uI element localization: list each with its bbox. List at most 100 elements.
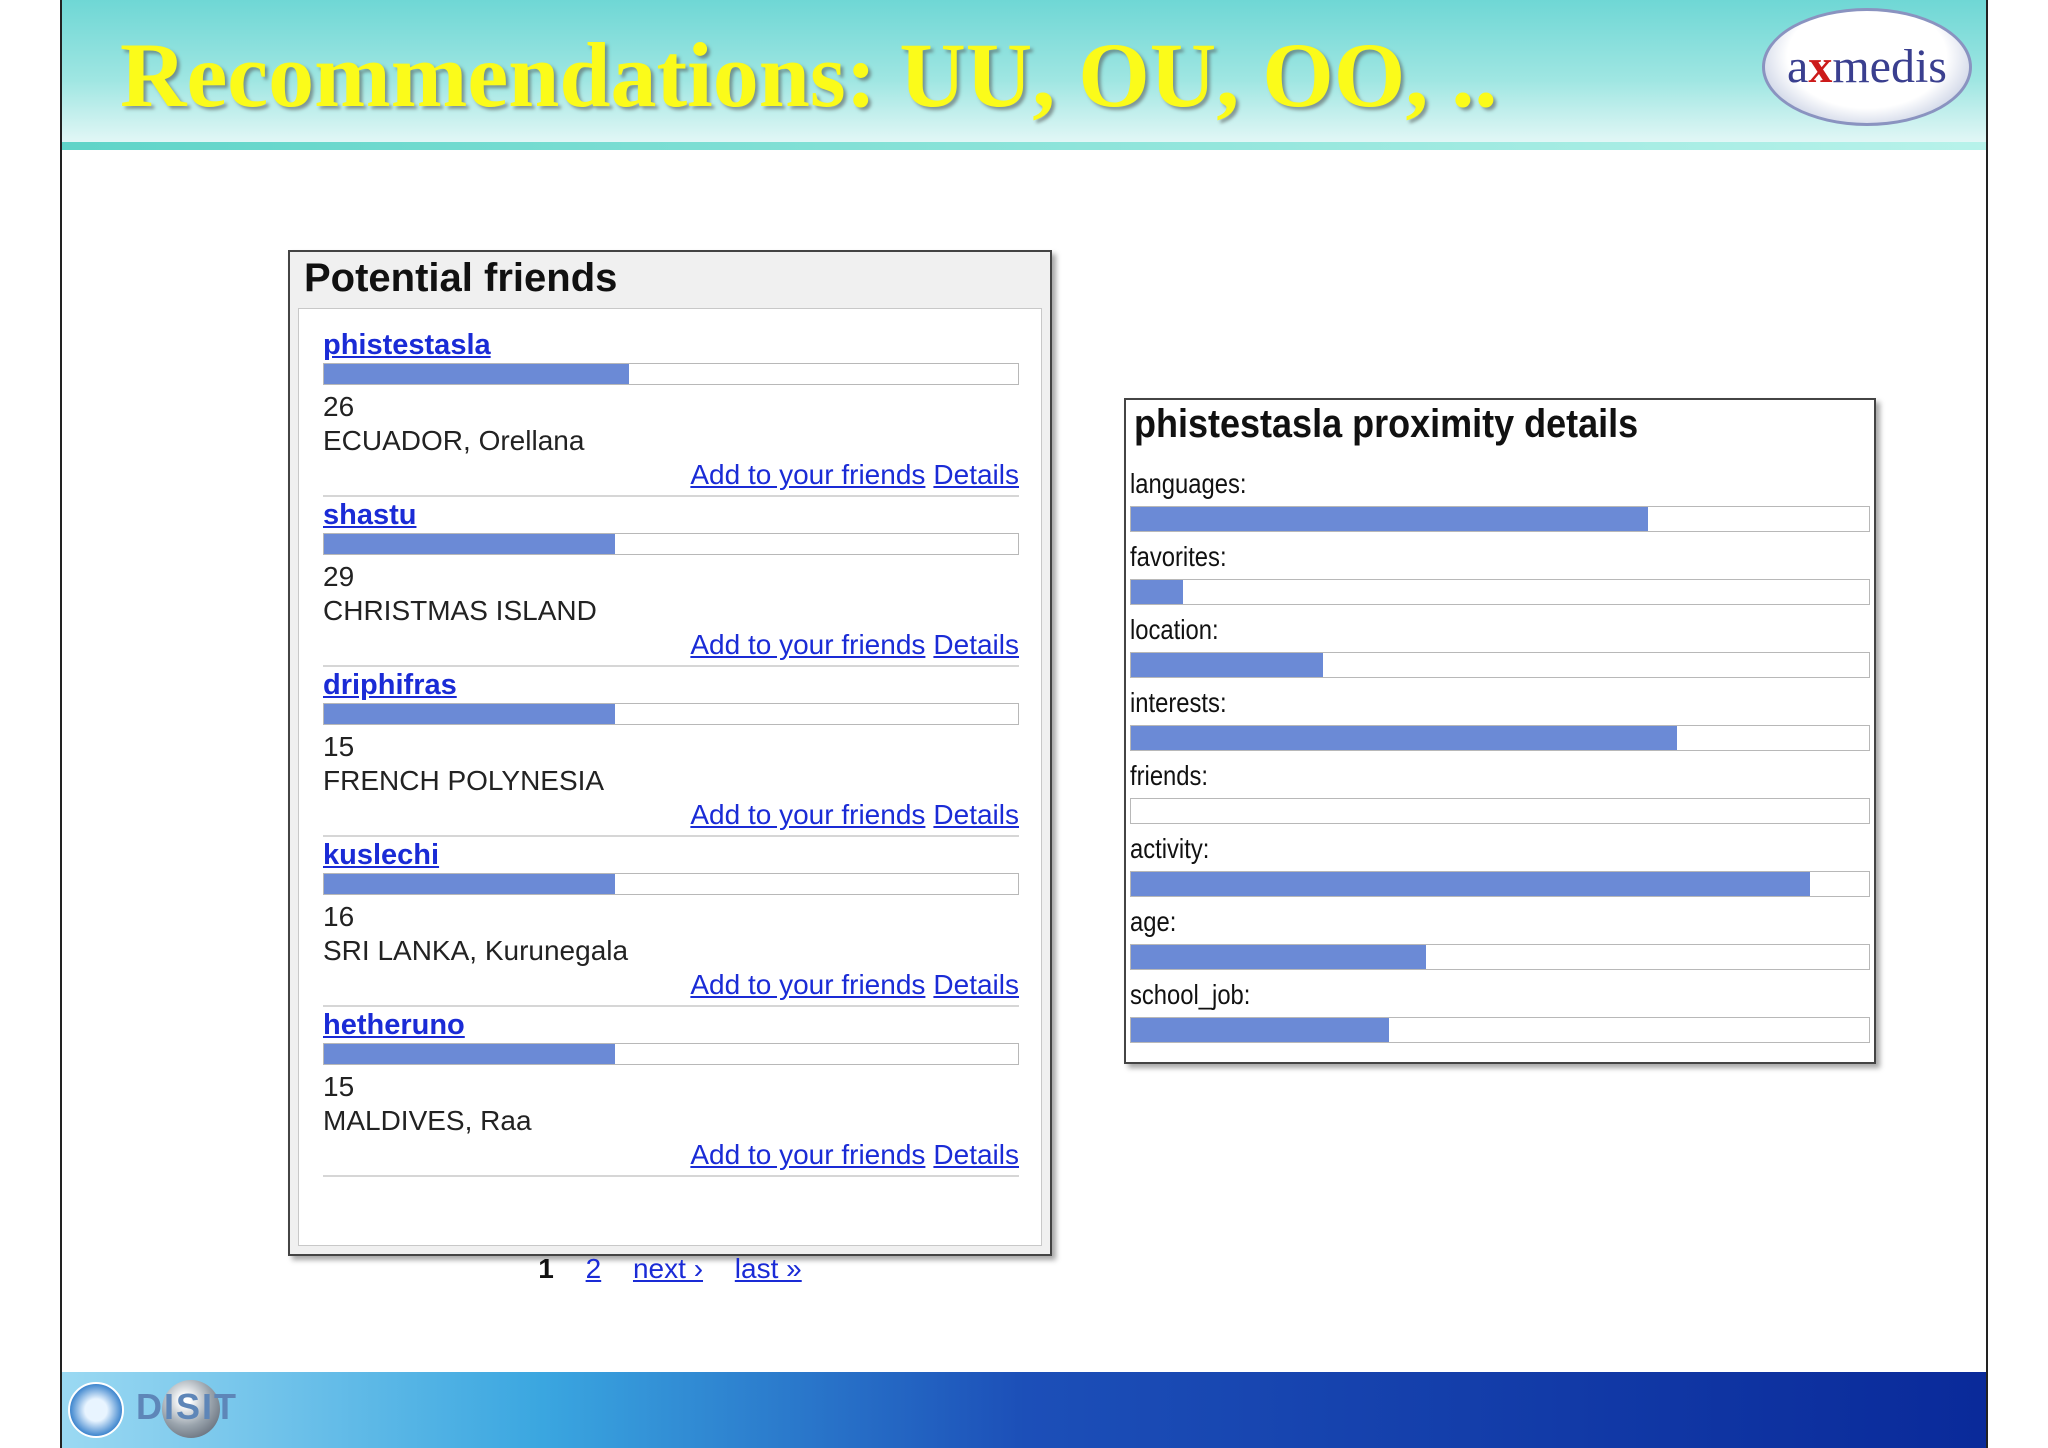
page-2-link[interactable]: 2: [586, 1253, 602, 1284]
friend-name-link[interactable]: hetheruno: [323, 1009, 465, 1042]
proximity-row: activity:: [1130, 833, 1870, 905]
friend-location: SRI LANKA, Kurunegala: [323, 935, 629, 966]
proximity-row: location:: [1130, 614, 1870, 686]
proximity-bar: [1130, 1017, 1870, 1043]
add-friend-link[interactable]: Add to your friends: [690, 629, 925, 660]
proximity-label: languages:: [1130, 468, 1247, 499]
friend-location: ECUADOR, Orellana: [323, 425, 585, 456]
friend-age: 15: [323, 731, 355, 762]
logo-text: axmedis: [1765, 39, 1969, 94]
proximity-bar-fill: [1131, 945, 1427, 969]
entry-divider: [323, 1005, 1019, 1007]
match-bar-fill: [324, 534, 616, 554]
header-divider: [62, 142, 1986, 150]
proximity-row: favorites:: [1130, 541, 1870, 613]
axmedis-logo: axmedis: [1762, 8, 1972, 126]
friend-location: CHRISTMAS ISLAND: [323, 595, 597, 626]
details-link[interactable]: Details: [933, 629, 1019, 660]
friend-actions: Add to your friends Details: [682, 1139, 1019, 1171]
slide: Recommendations: UU, OU, OO, .. axmedis …: [60, 0, 1988, 1448]
proximity-bar-fill: [1131, 872, 1810, 896]
add-friend-link[interactable]: Add to your friends: [690, 1139, 925, 1170]
proximity-label: friends:: [1130, 760, 1209, 791]
proximity-bar-fill: [1131, 580, 1183, 604]
friend-actions: Add to your friends Details: [682, 629, 1019, 661]
logo-text-post: medis: [1832, 40, 1947, 93]
proximity-bar: [1130, 506, 1870, 532]
match-bar-fill: [324, 874, 616, 894]
pagination: 1 2 next › last »: [299, 1253, 1041, 1285]
friend-name-link[interactable]: phistestasla: [323, 329, 491, 362]
add-friend-link[interactable]: Add to your friends: [690, 799, 925, 830]
proximity-bar: [1130, 871, 1870, 897]
next-page-link[interactable]: next ›: [633, 1253, 703, 1284]
details-link[interactable]: Details: [933, 799, 1019, 830]
entry-divider: [323, 665, 1019, 667]
details-link[interactable]: Details: [933, 969, 1019, 1000]
details-link[interactable]: Details: [933, 1139, 1019, 1170]
match-bar: [323, 363, 1019, 385]
entry-divider: [323, 495, 1019, 497]
friend-entry: phistestasla 26 ECUADOR, Orellana Add to yo…: [323, 329, 1019, 499]
potential-friends-panel: Potential friends phistestasla 26 ECUADOR,…: [288, 250, 1052, 1284]
proximity-label: school_job:: [1130, 979, 1251, 1010]
match-bar: [323, 533, 1019, 555]
proximity-label: interests:: [1130, 687, 1227, 718]
proximity-label: favorites:: [1130, 541, 1227, 572]
proximity-label: location:: [1130, 614, 1219, 645]
proximity-row: age:: [1130, 906, 1870, 978]
logo-text-pre: a: [1787, 40, 1809, 93]
friend-name-link[interactable]: driphifras: [323, 669, 457, 702]
proximity-details-panel: phistestasla proximity details languages…: [1124, 398, 1876, 1064]
match-bar-fill: [324, 364, 630, 384]
proximity-bar: [1130, 944, 1870, 970]
match-bar-fill: [324, 1044, 616, 1064]
proximity-row: interests:: [1130, 687, 1870, 759]
match-bar: [323, 703, 1019, 725]
friend-age: 29: [323, 561, 355, 592]
friends-list: phistestasla 26 ECUADOR, Orellana Add to yo…: [298, 308, 1042, 1284]
friend-actions: Add to your friends Details: [682, 969, 1019, 1001]
add-friend-link[interactable]: Add to your friends: [690, 969, 925, 1000]
proximity-bar: [1130, 579, 1870, 605]
university-emblem-icon: [68, 1382, 124, 1438]
friend-location: FRENCH POLYNESIA: [323, 765, 605, 796]
slide-title: Recommendations: UU, OU, OO, ..: [120, 24, 1498, 126]
friend-actions: Add to your friends Details: [682, 799, 1019, 831]
details-link[interactable]: Details: [933, 459, 1019, 490]
friend-entry: hetheruno 15 MALDIVES, Raa Add to your frie…: [323, 1009, 1019, 1179]
proximity-bar-fill: [1131, 1018, 1390, 1042]
proximity-bar-fill: [1131, 726, 1678, 750]
match-bar: [323, 1043, 1019, 1065]
proximity-bar-fill: [1131, 507, 1648, 531]
page-1-current: 1: [538, 1253, 554, 1284]
entry-divider: [323, 835, 1019, 837]
friend-entry: driphifras 15 FRENCH POLYNESIA Add to your …: [323, 669, 1019, 839]
logo-text-x: x: [1808, 40, 1833, 93]
proximity-label: age:: [1130, 906, 1177, 937]
friend-actions: Add to your friends Details: [682, 459, 1019, 491]
friend-name-link[interactable]: kuslechi: [323, 839, 439, 872]
proximity-bar: [1130, 652, 1870, 678]
match-bar: [323, 873, 1019, 895]
friend-entry: shastu 29 CHRISTMAS ISLAND Add to your frie…: [323, 499, 1019, 669]
disit-logo-text: DISIT: [136, 1386, 239, 1427]
last-page-link[interactable]: last »: [735, 1253, 802, 1284]
proximity-bar: [1130, 798, 1870, 824]
entry-divider: [323, 1175, 1019, 1177]
friend-name-link[interactable]: shastu: [323, 499, 416, 532]
friend-location: MALDIVES, Raa: [323, 1105, 532, 1136]
proximity-bar: [1130, 725, 1870, 751]
proximity-bar-fill: [1131, 653, 1323, 677]
proximity-title: phistestasla proximity details: [1134, 402, 1639, 446]
match-bar-fill: [324, 704, 616, 724]
proximity-label: activity:: [1130, 833, 1210, 864]
friend-age: 15: [323, 1071, 355, 1102]
proximity-row: languages:: [1130, 468, 1870, 540]
friend-entry: kuslechi 16 SRI LANKA, Kurunegala Add to yo…: [323, 839, 1019, 1009]
add-friend-link[interactable]: Add to your friends: [690, 459, 925, 490]
proximity-row: school_job:: [1130, 979, 1870, 1051]
friend-age: 16: [323, 901, 355, 932]
friend-age: 26: [323, 391, 355, 422]
slide-footer: DISIT: [62, 1372, 1986, 1448]
